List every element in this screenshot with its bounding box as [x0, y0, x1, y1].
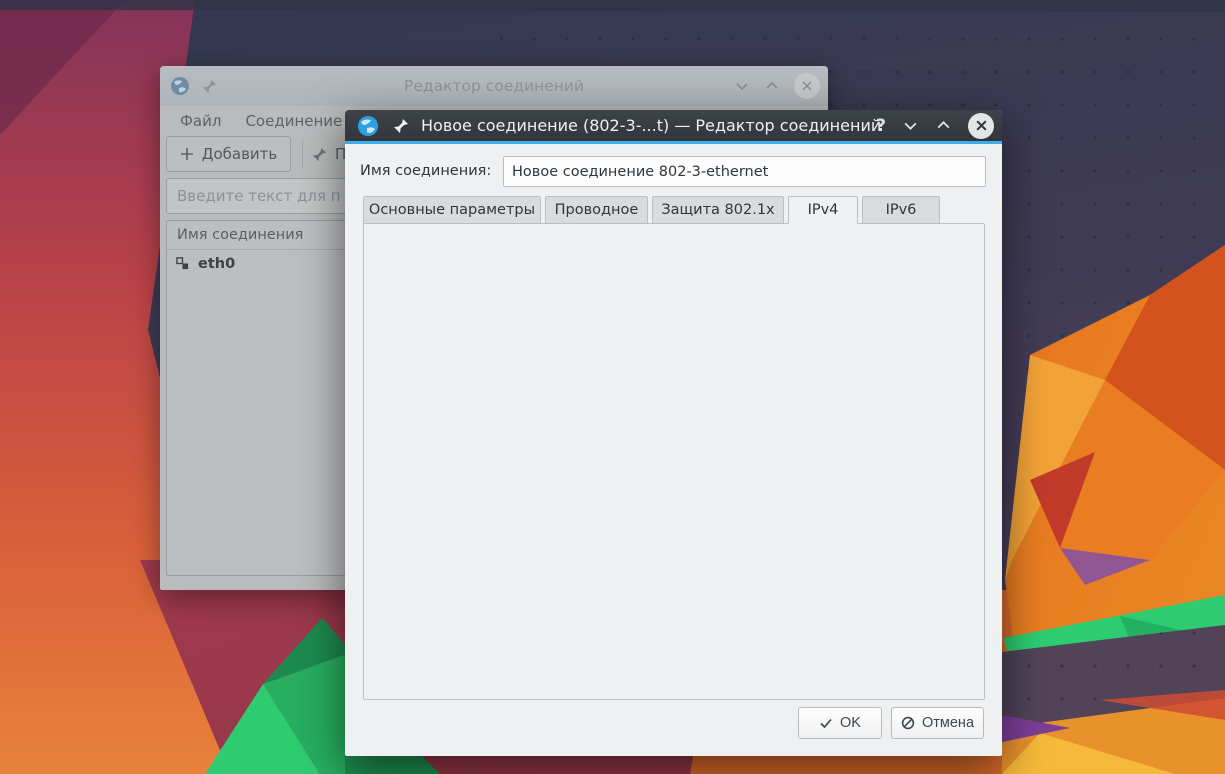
- close-icon[interactable]: [794, 73, 820, 99]
- maximize-icon[interactable]: [935, 117, 952, 134]
- desktop: Редактор соединений Файл Соединение: [0, 0, 1225, 774]
- tab-wired[interactable]: Проводное: [545, 196, 648, 224]
- dialog-title: Новое соединение (802-3-...t) — Редактор…: [421, 116, 881, 135]
- tab-ipv4[interactable]: IPv4: [788, 196, 858, 224]
- new-connection-dialog: Новое соединение (802-3-...t) — Редактор…: [345, 110, 1002, 756]
- maximize-icon[interactable]: [764, 78, 780, 94]
- connection-name-label: Имя соединения:: [360, 163, 491, 179]
- connect-button[interactable]: П: [312, 136, 346, 172]
- minimize-icon[interactable]: [902, 117, 919, 134]
- cancel-button[interactable]: Отмена: [891, 707, 984, 739]
- app-globe-icon: [357, 115, 379, 137]
- ok-button[interactable]: OK: [798, 707, 882, 739]
- menu-connection[interactable]: Соединение: [245, 112, 342, 130]
- tab-8021x-security[interactable]: Защита 802.1x: [652, 196, 784, 224]
- cancel-icon: [901, 716, 915, 730]
- close-icon[interactable]: [968, 113, 994, 139]
- dialog-titlebar[interactable]: Новое соединение (802-3-...t) — Редактор…: [345, 110, 1002, 144]
- pin-icon[interactable]: [393, 118, 409, 134]
- plus-icon: [180, 147, 194, 161]
- add-connection-button[interactable]: Добавить: [166, 136, 291, 172]
- window-titlebar[interactable]: Редактор соединений: [160, 66, 828, 106]
- toolbar-separator: [302, 140, 303, 168]
- menu-file[interactable]: Файл: [180, 112, 221, 130]
- help-icon[interactable]: ?: [876, 116, 886, 136]
- tab-general[interactable]: Основные параметры: [363, 196, 541, 224]
- connection-name-input[interactable]: [503, 156, 986, 187]
- minimize-icon[interactable]: [734, 78, 750, 94]
- ethernet-icon: [175, 256, 190, 271]
- tab-ipv6[interactable]: IPv6: [862, 196, 940, 224]
- ipv4-tab-panel: [363, 223, 985, 700]
- check-icon: [819, 716, 833, 730]
- plug-icon: [312, 147, 327, 162]
- window-title: Редактор соединений: [160, 77, 828, 95]
